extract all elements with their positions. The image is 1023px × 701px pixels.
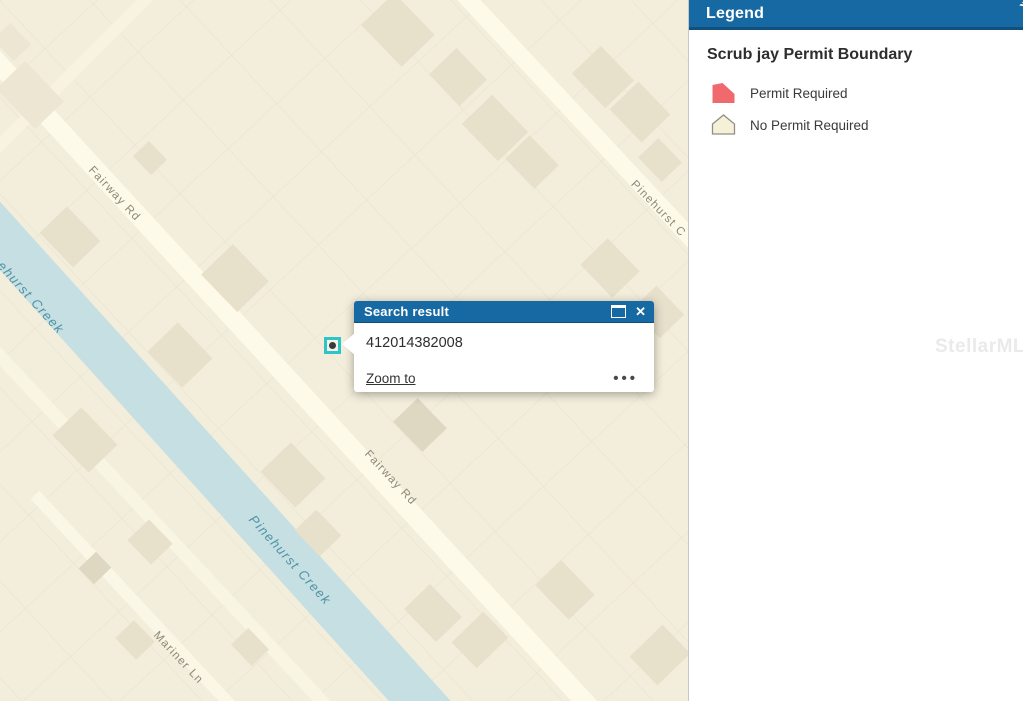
legend-header: Legend » — [689, 0, 1023, 30]
legend-section-title: Scrub jay Permit Boundary — [707, 46, 1005, 64]
close-icon[interactable]: ✕ — [635, 305, 646, 318]
collapse-legend-icon[interactable]: » — [1015, 0, 1023, 15]
popup-header: Search result ✕ — [354, 301, 654, 323]
map-viewport[interactable]: Fairway Rd Fairway Rd Mariner Ln Pinehur… — [0, 0, 688, 701]
maximize-icon[interactable] — [611, 305, 626, 318]
popup-body: 412014382008 — [354, 323, 654, 352]
legend-item-label: Permit Required — [750, 86, 848, 101]
legend-panel: Legend » Scrub jay Permit Boundary Permi… — [688, 0, 1023, 701]
more-options-icon[interactable]: ••• — [613, 371, 638, 386]
popup-footer: Zoom to ••• — [354, 371, 654, 386]
zoom-to-link[interactable]: Zoom to — [366, 371, 416, 386]
popup-tail — [342, 333, 355, 355]
popup-title: Search result — [364, 304, 449, 319]
marker-dot-icon — [329, 342, 336, 349]
legend-body: Scrub jay Permit Boundary Permit Require… — [689, 30, 1023, 136]
legend-item-label: No Permit Required — [750, 118, 869, 133]
parcel-id-value: 412014382008 — [366, 335, 463, 351]
legend-item-no-permit-required: No Permit Required — [707, 114, 1005, 136]
stellar-mls-watermark: StellarMLS — [935, 336, 1023, 358]
popup-header-icons: ✕ — [611, 305, 646, 318]
legend-header-title: Legend — [706, 5, 764, 23]
search-result-popup: Search result ✕ 412014382008 Zoom to ••• — [354, 301, 654, 392]
search-result-marker[interactable] — [324, 337, 341, 354]
legend-item-permit-required: Permit Required — [707, 82, 1005, 104]
app-window: Fairway Rd Fairway Rd Mariner Ln Pinehur… — [0, 0, 1023, 701]
no-permit-required-swatch-icon — [711, 114, 736, 136]
permit-required-swatch-icon — [711, 82, 736, 104]
